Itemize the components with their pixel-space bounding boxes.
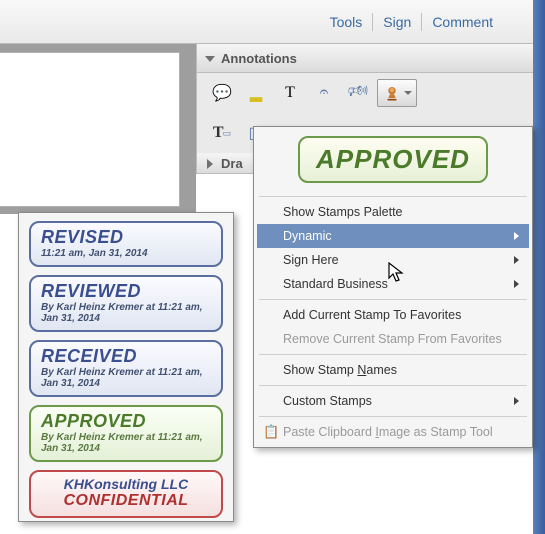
stamp-line2: CONFIDENTIAL — [41, 492, 211, 510]
window-border-right — [533, 0, 545, 534]
menu-separator — [259, 385, 527, 386]
paperclip-icon: 𝄐 — [320, 84, 329, 102]
sticky-note-tool[interactable]: 💬 — [207, 79, 237, 107]
highlight-tool[interactable]: ▂ — [241, 79, 271, 107]
stamp-tool[interactable] — [377, 79, 417, 107]
stamp-icon — [383, 84, 401, 102]
attach-file-tool[interactable]: 𝄐 — [309, 79, 339, 107]
menu-add-current-stamp-to-favorites[interactable]: Add Current Stamp To Favorites — [257, 303, 529, 327]
stamp-subtitle: By Karl Heinz Kremer at 11:21 am, Jan 31… — [41, 432, 211, 454]
separator — [372, 13, 373, 31]
menu-separator — [259, 416, 527, 417]
tools-link[interactable]: Tools — [330, 14, 363, 30]
stamp-subtitle: By Karl Heinz Kremer at 11:21 am, Jan 31… — [41, 367, 211, 389]
drawing-label: Dra — [221, 156, 243, 171]
audio-icon: 🕬 — [348, 80, 368, 107]
menu-label: Paste Clipboard Image as Stamp Tool — [283, 425, 493, 439]
menu-label: Show Stamps Palette — [283, 205, 403, 219]
menu-separator — [259, 196, 527, 197]
dynamic-stamp-received[interactable]: RECEIVEDBy Karl Heinz Kremer at 11:21 am… — [29, 340, 223, 397]
menu-label: Dynamic — [283, 229, 332, 243]
menu-sign-here[interactable]: Sign Here — [257, 248, 529, 272]
disclosure-icon — [207, 159, 213, 169]
menu-separator — [259, 354, 527, 355]
text-icon: T — [285, 84, 295, 102]
menu-show-stamps-palette[interactable]: Show Stamps Palette — [257, 200, 529, 224]
chevron-down-icon — [404, 91, 412, 95]
dynamic-stamp-revised[interactable]: REVISED11:21 am, Jan 31, 2014 — [29, 221, 223, 267]
menu-label: Add Current Stamp To Favorites — [283, 308, 461, 322]
dynamic-stamp-confidential[interactable]: KHKonsulting LLCCONFIDENTIAL — [29, 470, 223, 518]
submenu-arrow-icon — [514, 397, 519, 405]
text-box-tool[interactable]: T▭ — [207, 119, 237, 147]
submenu-arrow-icon — [514, 232, 519, 240]
add-text-tool[interactable]: T — [275, 79, 305, 107]
menu-standard-business[interactable]: Standard Business — [257, 272, 529, 296]
menu-custom-stamps[interactable]: Custom Stamps — [257, 389, 529, 413]
stamp-subtitle: 11:21 am, Jan 31, 2014 — [41, 248, 211, 259]
record-audio-tool[interactable]: 🕬 — [343, 79, 373, 107]
annotations-label: Annotations — [221, 51, 297, 66]
menu-dynamic[interactable]: Dynamic — [257, 224, 529, 248]
menu-label: Sign Here — [283, 253, 339, 267]
annotations-header[interactable]: Annotations — [197, 44, 533, 73]
menu-paste-clipboard-image: 📋 Paste Clipboard Image as Stamp Tool — [257, 420, 529, 444]
stamp-title: REVIEWED — [41, 281, 211, 302]
menu-label: Show Stamp Names — [283, 363, 397, 377]
paste-icon: 📋 — [263, 424, 279, 440]
stamp-title: REVISED — [41, 227, 211, 248]
menu-label: Standard Business — [283, 277, 388, 291]
stamp-title: RECEIVED — [41, 346, 211, 367]
highlighter-icon: ▂ — [250, 83, 262, 103]
dynamic-stamp-approved[interactable]: APPROVEDBy Karl Heinz Kremer at 11:21 am… — [29, 405, 223, 462]
stamp-preview-area[interactable]: APPROVED — [257, 130, 529, 193]
stamp-dropdown-menu: APPROVED Show Stamps Palette Dynamic Sign … — [253, 126, 533, 448]
disclosure-icon — [205, 56, 215, 62]
stamp-title: APPROVED — [41, 411, 211, 432]
submenu-arrow-icon — [514, 256, 519, 264]
sign-link[interactable]: Sign — [383, 14, 411, 30]
stamp-line1: KHKonsulting LLC — [41, 476, 211, 492]
approved-stamp-preview: APPROVED — [298, 136, 488, 183]
sticky-note-icon: 💬 — [212, 83, 232, 103]
menu-show-stamp-names[interactable]: Show Stamp Names — [257, 358, 529, 382]
comment-link[interactable]: Comment — [432, 14, 493, 30]
menu-label: Custom Stamps — [283, 394, 372, 408]
stamp-subtitle: By Karl Heinz Kremer at 11:21 am, Jan 31… — [41, 302, 211, 324]
separator — [421, 13, 422, 31]
annotation-tool-row-1: 💬 ▂ T 𝄐 🕬 — [197, 73, 533, 113]
document-page[interactable] — [0, 52, 180, 207]
dynamic-stamp-reviewed[interactable]: REVIEWEDBy Karl Heinz Kremer at 11:21 am… — [29, 275, 223, 332]
menu-label: Remove Current Stamp From Favorites — [283, 332, 502, 346]
dynamic-stamps-flyout: REVISED11:21 am, Jan 31, 2014REVIEWEDBy … — [18, 212, 234, 522]
submenu-arrow-icon — [514, 280, 519, 288]
menu-separator — [259, 299, 527, 300]
top-toolbar: Tools Sign Comment — [0, 0, 533, 44]
menu-remove-current-stamp-from-favorites: Remove Current Stamp From Favorites — [257, 327, 529, 351]
